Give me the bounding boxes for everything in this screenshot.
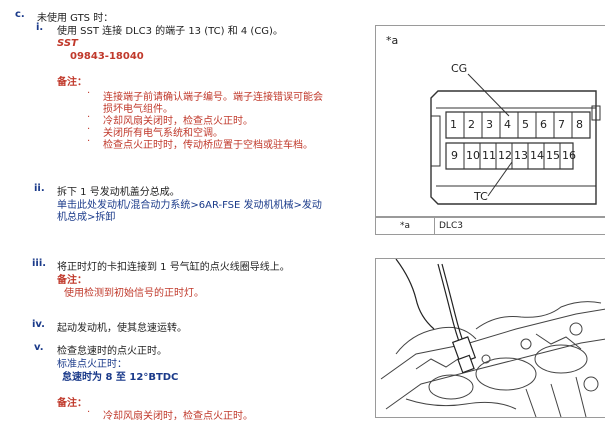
- step-c-label: c.: [15, 9, 25, 20]
- pin-label: 5: [522, 118, 529, 131]
- pin-label: 6: [540, 118, 547, 131]
- bullet-dot: ·: [87, 112, 91, 123]
- engine-illustration: [380, 259, 605, 417]
- tc-callout: TC: [474, 190, 488, 203]
- pin-label: 2: [468, 118, 475, 131]
- note-label: 备注：: [57, 398, 87, 409]
- legend-value: DLC3: [439, 221, 463, 231]
- pin-label: 16: [562, 149, 576, 162]
- pin-label: 7: [558, 118, 565, 131]
- cg-callout: CG: [451, 62, 468, 75]
- bullet-dot: ·: [87, 136, 91, 147]
- step-iii-text: 将正时灯的卡扣连接到 1 号气缸的点火线圈导线上。: [57, 262, 290, 273]
- pin-label: 13: [514, 149, 528, 162]
- legend-key: *a: [376, 218, 435, 234]
- note-line: 使用检测到初始信号的正时灯。: [64, 288, 204, 299]
- pin-label: 8: [576, 118, 583, 131]
- step-ii-label: ii.: [34, 183, 45, 194]
- step-iv-label: iv.: [32, 319, 45, 330]
- figure-legend-table: *a DLC3: [375, 217, 605, 235]
- pin-label: 9: [451, 149, 458, 162]
- step-i-text: 使用 SST 连接 DLC3 的端子 13 (TC) 和 4 (CG)。: [57, 26, 283, 37]
- note-line: 检查点火正时时，传动桥应置于空档或驻车档。: [103, 140, 313, 151]
- step-i-label: i.: [36, 22, 44, 33]
- sst-part-number: 09843-18040: [70, 51, 144, 62]
- pin-label: 14: [530, 149, 544, 162]
- note-label: 备注：: [57, 77, 87, 88]
- dlc3-figure: *a 1 2 3 4 5 6 7 8 9 10 11 12 13 14 15 1…: [375, 25, 605, 217]
- pin-label: 10: [466, 149, 480, 162]
- pin-label: 1: [450, 118, 457, 131]
- timing-light-figure: [375, 258, 605, 418]
- bullet-dot: ·: [87, 88, 91, 99]
- pin-label: 12: [498, 149, 512, 162]
- pin-label: 4: [504, 118, 511, 131]
- pin-label: 11: [482, 149, 496, 162]
- pin-label: 3: [486, 118, 493, 131]
- pin-label: 15: [546, 149, 560, 162]
- note-line: 冷却风扇关闭时，检查点火正时。: [103, 411, 253, 422]
- sst-label: SST: [57, 38, 78, 49]
- step-v-label: v.: [34, 342, 44, 353]
- standard-value: 怠速时为 8 至 12°BTDC: [62, 372, 179, 383]
- bullet-dot: ·: [87, 407, 91, 418]
- bullet-dot: ·: [87, 124, 91, 135]
- procedure-link-cont[interactable]: 机总成>拆卸: [57, 208, 115, 223]
- step-iii-label: iii.: [32, 258, 47, 269]
- step-iv-text: 起动发动机，使其怠速运转。: [57, 323, 187, 334]
